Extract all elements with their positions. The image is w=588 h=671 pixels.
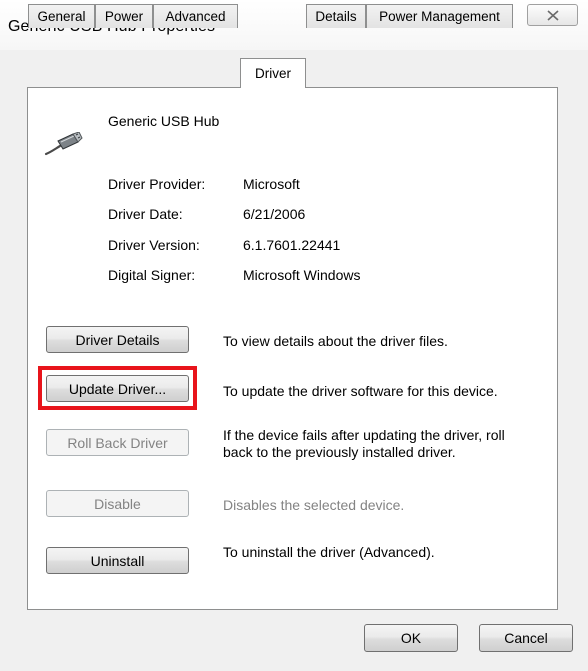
uninstall-description: To uninstall the driver (Advanced). [223, 544, 435, 560]
driver-date-label: Driver Date: [108, 206, 183, 222]
disable-description: Disables the selected device. [223, 497, 405, 513]
disable-button[interactable]: Disable [46, 490, 189, 517]
tab-advanced[interactable]: Advanced [153, 4, 238, 28]
digital-signer-label: Digital Signer: [108, 267, 196, 283]
tab-driver[interactable]: Driver [240, 58, 306, 88]
cancel-button[interactable]: Cancel [479, 624, 573, 652]
close-button[interactable] [527, 4, 578, 26]
driver-details-button[interactable]: Driver Details [46, 326, 189, 353]
close-icon [546, 9, 559, 21]
tab-general[interactable]: General [28, 4, 95, 28]
properties-dialog: Generic USB Hub Properties General Power… [0, 0, 588, 671]
driver-details-description: To view details about the driver files. [223, 333, 448, 349]
driver-date-value: 6/21/2006 [243, 206, 306, 222]
roll-back-description-line1: If the device fails after updating the d… [223, 427, 505, 443]
roll-back-driver-button[interactable]: Roll Back Driver [46, 429, 189, 456]
ok-button[interactable]: OK [364, 624, 458, 652]
driver-version-value: 6.1.7601.22441 [243, 237, 341, 253]
tab-power[interactable]: Power [95, 4, 153, 28]
tab-details[interactable]: Details [306, 4, 366, 28]
update-driver-description: To update the driver software for this d… [223, 383, 498, 399]
device-name: Generic USB Hub [108, 113, 220, 129]
driver-provider-value: Microsoft [243, 176, 300, 192]
driver-provider-label: Driver Provider: [108, 176, 206, 192]
update-driver-button[interactable]: Update Driver... [46, 375, 189, 402]
tab-power-management[interactable]: Power Management [366, 4, 513, 28]
digital-signer-value: Microsoft Windows [243, 267, 361, 283]
roll-back-description-line2: back to the previously installed driver. [223, 444, 456, 460]
uninstall-button[interactable]: Uninstall [46, 547, 189, 574]
driver-version-label: Driver Version: [108, 237, 200, 253]
usb-plug-icon [44, 132, 83, 156]
